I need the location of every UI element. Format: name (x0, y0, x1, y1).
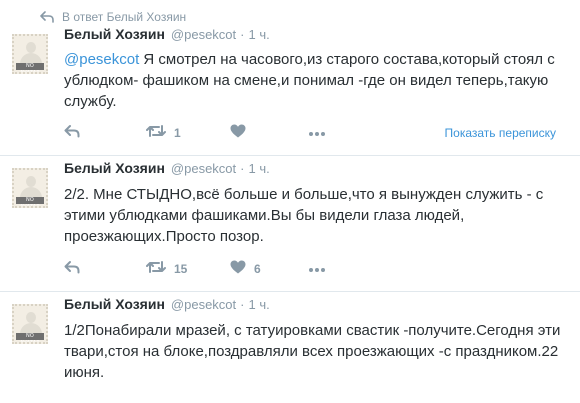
show-conversation-link[interactable]: Показать переписку (445, 126, 556, 140)
avatar-label: NO AVATAR (16, 333, 44, 342)
retweet-button[interactable]: 15 (146, 260, 230, 279)
more-button[interactable] (308, 260, 326, 278)
author-name[interactable]: Белый Хозяин (64, 296, 165, 312)
tweet-text: @pesekcot Я смотрел на часового,из старо… (64, 49, 568, 112)
avatar[interactable]: NO AVATAR (12, 34, 48, 74)
more-icon (308, 260, 326, 278)
retweet-count: 15 (174, 262, 188, 276)
like-button[interactable]: 6 (230, 260, 308, 279)
tweet[interactable]: NO AVATAR Белый Хозяин @pesekcot · 1 ч. … (0, 156, 580, 292)
tweet-header: Белый Хозяин @pesekcot · 1 ч. (64, 296, 270, 314)
mention-link[interactable]: @pesekcot (64, 51, 139, 68)
separator: · (240, 161, 245, 176)
timestamp[interactable]: 1 ч. (248, 27, 269, 42)
separator: · (240, 297, 245, 312)
more-icon (308, 124, 326, 142)
retweet-button[interactable]: 1 (146, 124, 230, 143)
retweet-icon (146, 260, 166, 279)
tweet-header: Белый Хозяин @pesekcot · 1 ч. (64, 160, 270, 178)
retweet-count: 1 (174, 126, 181, 140)
tweet[interactable]: NO AVATAR Белый Хозяин @pesekcot · 1 ч. … (0, 292, 580, 403)
like-icon (230, 124, 246, 143)
reply-icon (64, 260, 80, 279)
tweet-text: 1/2Понабирали мразей, с татуировками сва… (64, 322, 561, 381)
tweet-text: 2/2. Мне СТЫДНО,всё больше и больше,что … (64, 186, 544, 245)
tweet[interactable]: NO AVATAR Белый Хозяин @pesekcot · 1 ч. … (0, 22, 580, 156)
avatar-label: NO AVATAR (16, 63, 44, 72)
avatar[interactable]: NO AVATAR (12, 168, 48, 208)
tweet-actions: 1 Показать переписку (64, 124, 568, 142)
like-icon (230, 260, 246, 279)
author-handle[interactable]: @pesekcot (171, 161, 236, 176)
author-name[interactable]: Белый Хозяин (64, 160, 165, 176)
more-button[interactable] (308, 124, 326, 142)
tweet-actions: 15 6 (64, 260, 568, 278)
like-button[interactable] (230, 124, 308, 143)
separator: · (240, 27, 245, 42)
timestamp[interactable]: 1 ч. (248, 297, 269, 312)
avatar-label: NO AVATAR (16, 197, 44, 206)
tweet-header: Белый Хозяин @pesekcot · 1 ч. (64, 26, 270, 44)
like-count: 6 (254, 262, 261, 276)
timestamp[interactable]: 1 ч. (248, 161, 269, 176)
reply-button[interactable] (64, 260, 146, 279)
reply-button[interactable] (64, 124, 146, 143)
author-name[interactable]: Белый Хозяин (64, 26, 165, 42)
author-handle[interactable]: @pesekcot (171, 297, 236, 312)
avatar[interactable]: NO AVATAR (12, 304, 48, 344)
retweet-icon (146, 124, 166, 143)
author-handle[interactable]: @pesekcot (171, 27, 236, 42)
reply-icon (64, 124, 80, 143)
